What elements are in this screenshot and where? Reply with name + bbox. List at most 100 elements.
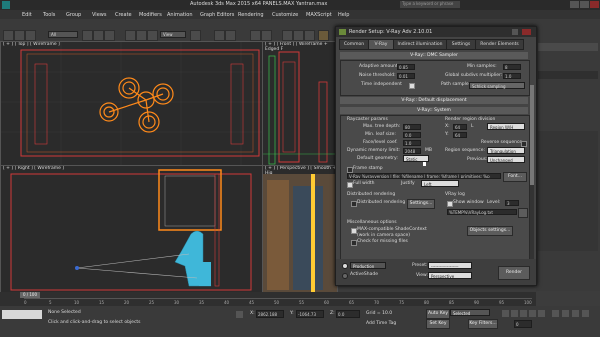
reference-coord-dropdown[interactable]: View: [160, 31, 186, 38]
dialog-scrollbar[interactable]: [530, 85, 534, 277]
production-dropdown[interactable]: Production: [350, 262, 386, 269]
y-coord-field[interactable]: -1064.73: [296, 310, 324, 318]
frame-stamp-text-field[interactable]: V-Ray %vrayversion | file: %filename | f…: [347, 173, 501, 179]
x-coord-field[interactable]: 2862.188: [256, 310, 284, 318]
pivot-icon[interactable]: [190, 30, 201, 41]
viewport-top[interactable]: [ + ] [ Top ] [ Wireframe ]: [0, 41, 264, 167]
dialog-minimize-button[interactable]: [512, 29, 518, 35]
key-filters-button[interactable]: Key Filters...: [468, 319, 498, 329]
zoom-icon[interactable]: [552, 310, 559, 317]
timeline[interactable]: 0 / 100 0 5 10 15 20 25 30 35 40 45 50 55 60 65 70 75 80…: [0, 292, 536, 306]
tab-indirect-illumination[interactable]: Indirect illumination: [393, 39, 447, 50]
noise-threshold-field[interactable]: 0.01: [397, 73, 415, 79]
add-time-tag[interactable]: Add Time Tag: [366, 321, 396, 326]
min-samples-field[interactable]: 8: [503, 64, 521, 70]
justify-dropdown[interactable]: Left: [421, 180, 459, 187]
dialog-title-bar[interactable]: Render Setup: V-Ray Adv 2.10.01: [336, 27, 536, 37]
preset-dropdown[interactable]: -------------------: [428, 262, 472, 269]
command-panel-rollout[interactable]: [538, 131, 598, 251]
render-button[interactable]: Render: [498, 266, 530, 280]
angle-snap-icon[interactable]: [225, 30, 236, 41]
select-object-icon[interactable]: [82, 30, 93, 41]
menu-modifiers[interactable]: Modifiers: [139, 12, 162, 18]
global-subdivs-field[interactable]: 1.0: [503, 73, 521, 79]
previous-dropdown[interactable]: Unchanged: [487, 156, 525, 163]
search-input[interactable]: Type a keyword or phrase: [400, 1, 460, 8]
menu-tools[interactable]: Tools: [43, 12, 55, 18]
region-mode-dropdown[interactable]: Region W/H: [487, 123, 525, 130]
default-displacement-header[interactable]: V-Ray:: Default displacement: [340, 97, 528, 104]
dmc-sampler-header[interactable]: V-Ray:: DMC Sampler: [340, 52, 528, 59]
auto-key-button[interactable]: Auto Key: [426, 309, 450, 319]
redo-icon[interactable]: [14, 30, 25, 41]
dialog-close-button[interactable]: [522, 29, 531, 35]
face-level-coef-field[interactable]: 1.0: [403, 140, 421, 146]
rotate-icon[interactable]: [136, 30, 147, 41]
menu-edit[interactable]: Edit: [22, 12, 32, 18]
maximize-viewport-icon[interactable]: [582, 310, 589, 317]
region-y-field[interactable]: 64: [453, 132, 467, 138]
go-to-start-icon[interactable]: [502, 310, 509, 317]
path-sampler-dropdown[interactable]: Schlick sampling: [469, 82, 525, 89]
snap-icon[interactable]: [214, 30, 225, 41]
viewport-perspective[interactable]: [ + ] [ Perspective ] [ Smooth + Hig: [262, 165, 338, 293]
menu-help[interactable]: Help: [338, 12, 349, 18]
close-button[interactable]: [590, 1, 599, 8]
dialog-scrollbar-thumb[interactable]: [530, 85, 534, 185]
rect-selection-icon[interactable]: [104, 30, 115, 41]
production-radio[interactable]: [342, 263, 348, 269]
log-level-field[interactable]: 3: [505, 200, 519, 206]
align-icon[interactable]: [261, 30, 272, 41]
lock-selection-icon[interactable]: [236, 311, 243, 318]
material-editor-icon[interactable]: [304, 30, 315, 41]
mirror-icon[interactable]: [250, 30, 261, 41]
set-key-button[interactable]: Set Key: [426, 319, 450, 329]
tab-common[interactable]: Common: [339, 39, 369, 50]
adaptive-amount-field[interactable]: 0.85: [397, 64, 415, 70]
objects-settings-button[interactable]: Objects settings...: [467, 226, 513, 236]
menu-rendering[interactable]: Rendering: [238, 12, 264, 18]
tab-vray[interactable]: V-Ray: [368, 39, 394, 50]
current-frame-field[interactable]: 0: [514, 320, 532, 328]
z-coord-field[interactable]: 0.0: [336, 310, 360, 318]
min-leaf-size-field[interactable]: 0.0: [403, 132, 421, 138]
tab-settings[interactable]: Settings: [446, 39, 476, 50]
play-icon[interactable]: [520, 310, 527, 317]
orbit-icon[interactable]: [572, 310, 579, 317]
key-selection-dropdown[interactable]: Selected: [450, 309, 490, 316]
font-button[interactable]: Font...: [503, 172, 527, 182]
move-icon[interactable]: [125, 30, 136, 41]
undo-icon[interactable]: [3, 30, 14, 41]
curve-editor-icon[interactable]: [293, 30, 304, 41]
previous-frame-icon[interactable]: [511, 310, 518, 317]
menu-group[interactable]: Group: [66, 12, 81, 18]
app-logo-icon[interactable]: [2, 1, 10, 9]
layer-icon[interactable]: [282, 30, 293, 41]
tab-render-elements[interactable]: Render Elements: [475, 39, 524, 50]
time-independent-checkbox[interactable]: [409, 83, 415, 89]
log-browse-button[interactable]: [518, 208, 528, 218]
menu-views[interactable]: Views: [92, 12, 106, 18]
link-icon[interactable]: [25, 30, 36, 41]
command-panel-list[interactable]: [538, 71, 598, 79]
max-tree-depth-field[interactable]: 80: [403, 124, 421, 130]
menu-animation[interactable]: Animation: [167, 12, 193, 18]
command-panel-header[interactable]: [538, 43, 598, 51]
menu-customize[interactable]: Customize: [272, 12, 298, 18]
viewport-front[interactable]: [ + ] [ Front ] [ Wireframe + Edged F: [262, 41, 338, 167]
activeshade-radio[interactable]: [342, 273, 348, 279]
select-by-name-icon[interactable]: [93, 30, 104, 41]
selection-filter-dropdown[interactable]: All: [48, 31, 78, 38]
maxscript-listener-button[interactable]: [2, 310, 42, 319]
log-path-field[interactable]: %TEMP%\VRayLog.txt: [447, 209, 517, 215]
menu-graph-editors[interactable]: Graph Editors: [200, 12, 234, 18]
go-to-end-icon[interactable]: [538, 310, 545, 317]
next-frame-icon[interactable]: [529, 310, 536, 317]
region-x-field[interactable]: 64: [453, 124, 467, 130]
maximize-button[interactable]: [580, 1, 589, 8]
render-setup-icon[interactable]: [318, 30, 329, 41]
view-dropdown[interactable]: Perspective: [428, 272, 472, 279]
dynamic-memory-field[interactable]: 2048: [403, 148, 421, 154]
menu-maxscript[interactable]: MAXScript: [306, 12, 332, 18]
system-header[interactable]: V-Ray:: System: [340, 107, 528, 114]
